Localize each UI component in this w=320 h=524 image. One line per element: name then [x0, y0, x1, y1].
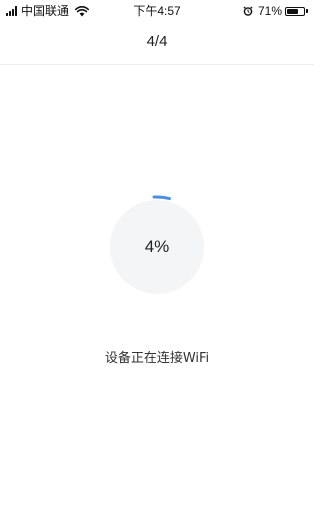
battery-cap — [306, 9, 308, 13]
progress-percent-label: 4% — [144, 237, 170, 256]
progress-indicator: 4% — [100, 190, 214, 304]
battery-percent: 71% — [257, 4, 282, 18]
nav-bar: 4/4 — [0, 22, 314, 65]
battery-fill — [287, 8, 298, 14]
progress-arc — [152, 195, 171, 201]
status-bar: 中国联通 下午4:57 71% — [0, 0, 314, 22]
alarm-icon — [243, 6, 253, 16]
battery-icon — [285, 6, 305, 16]
connection-status-text: 设备正在连接WiFi — [104, 351, 210, 366]
status-right: 71% — [243, 4, 308, 18]
page-title: 4/4 — [146, 33, 168, 50]
